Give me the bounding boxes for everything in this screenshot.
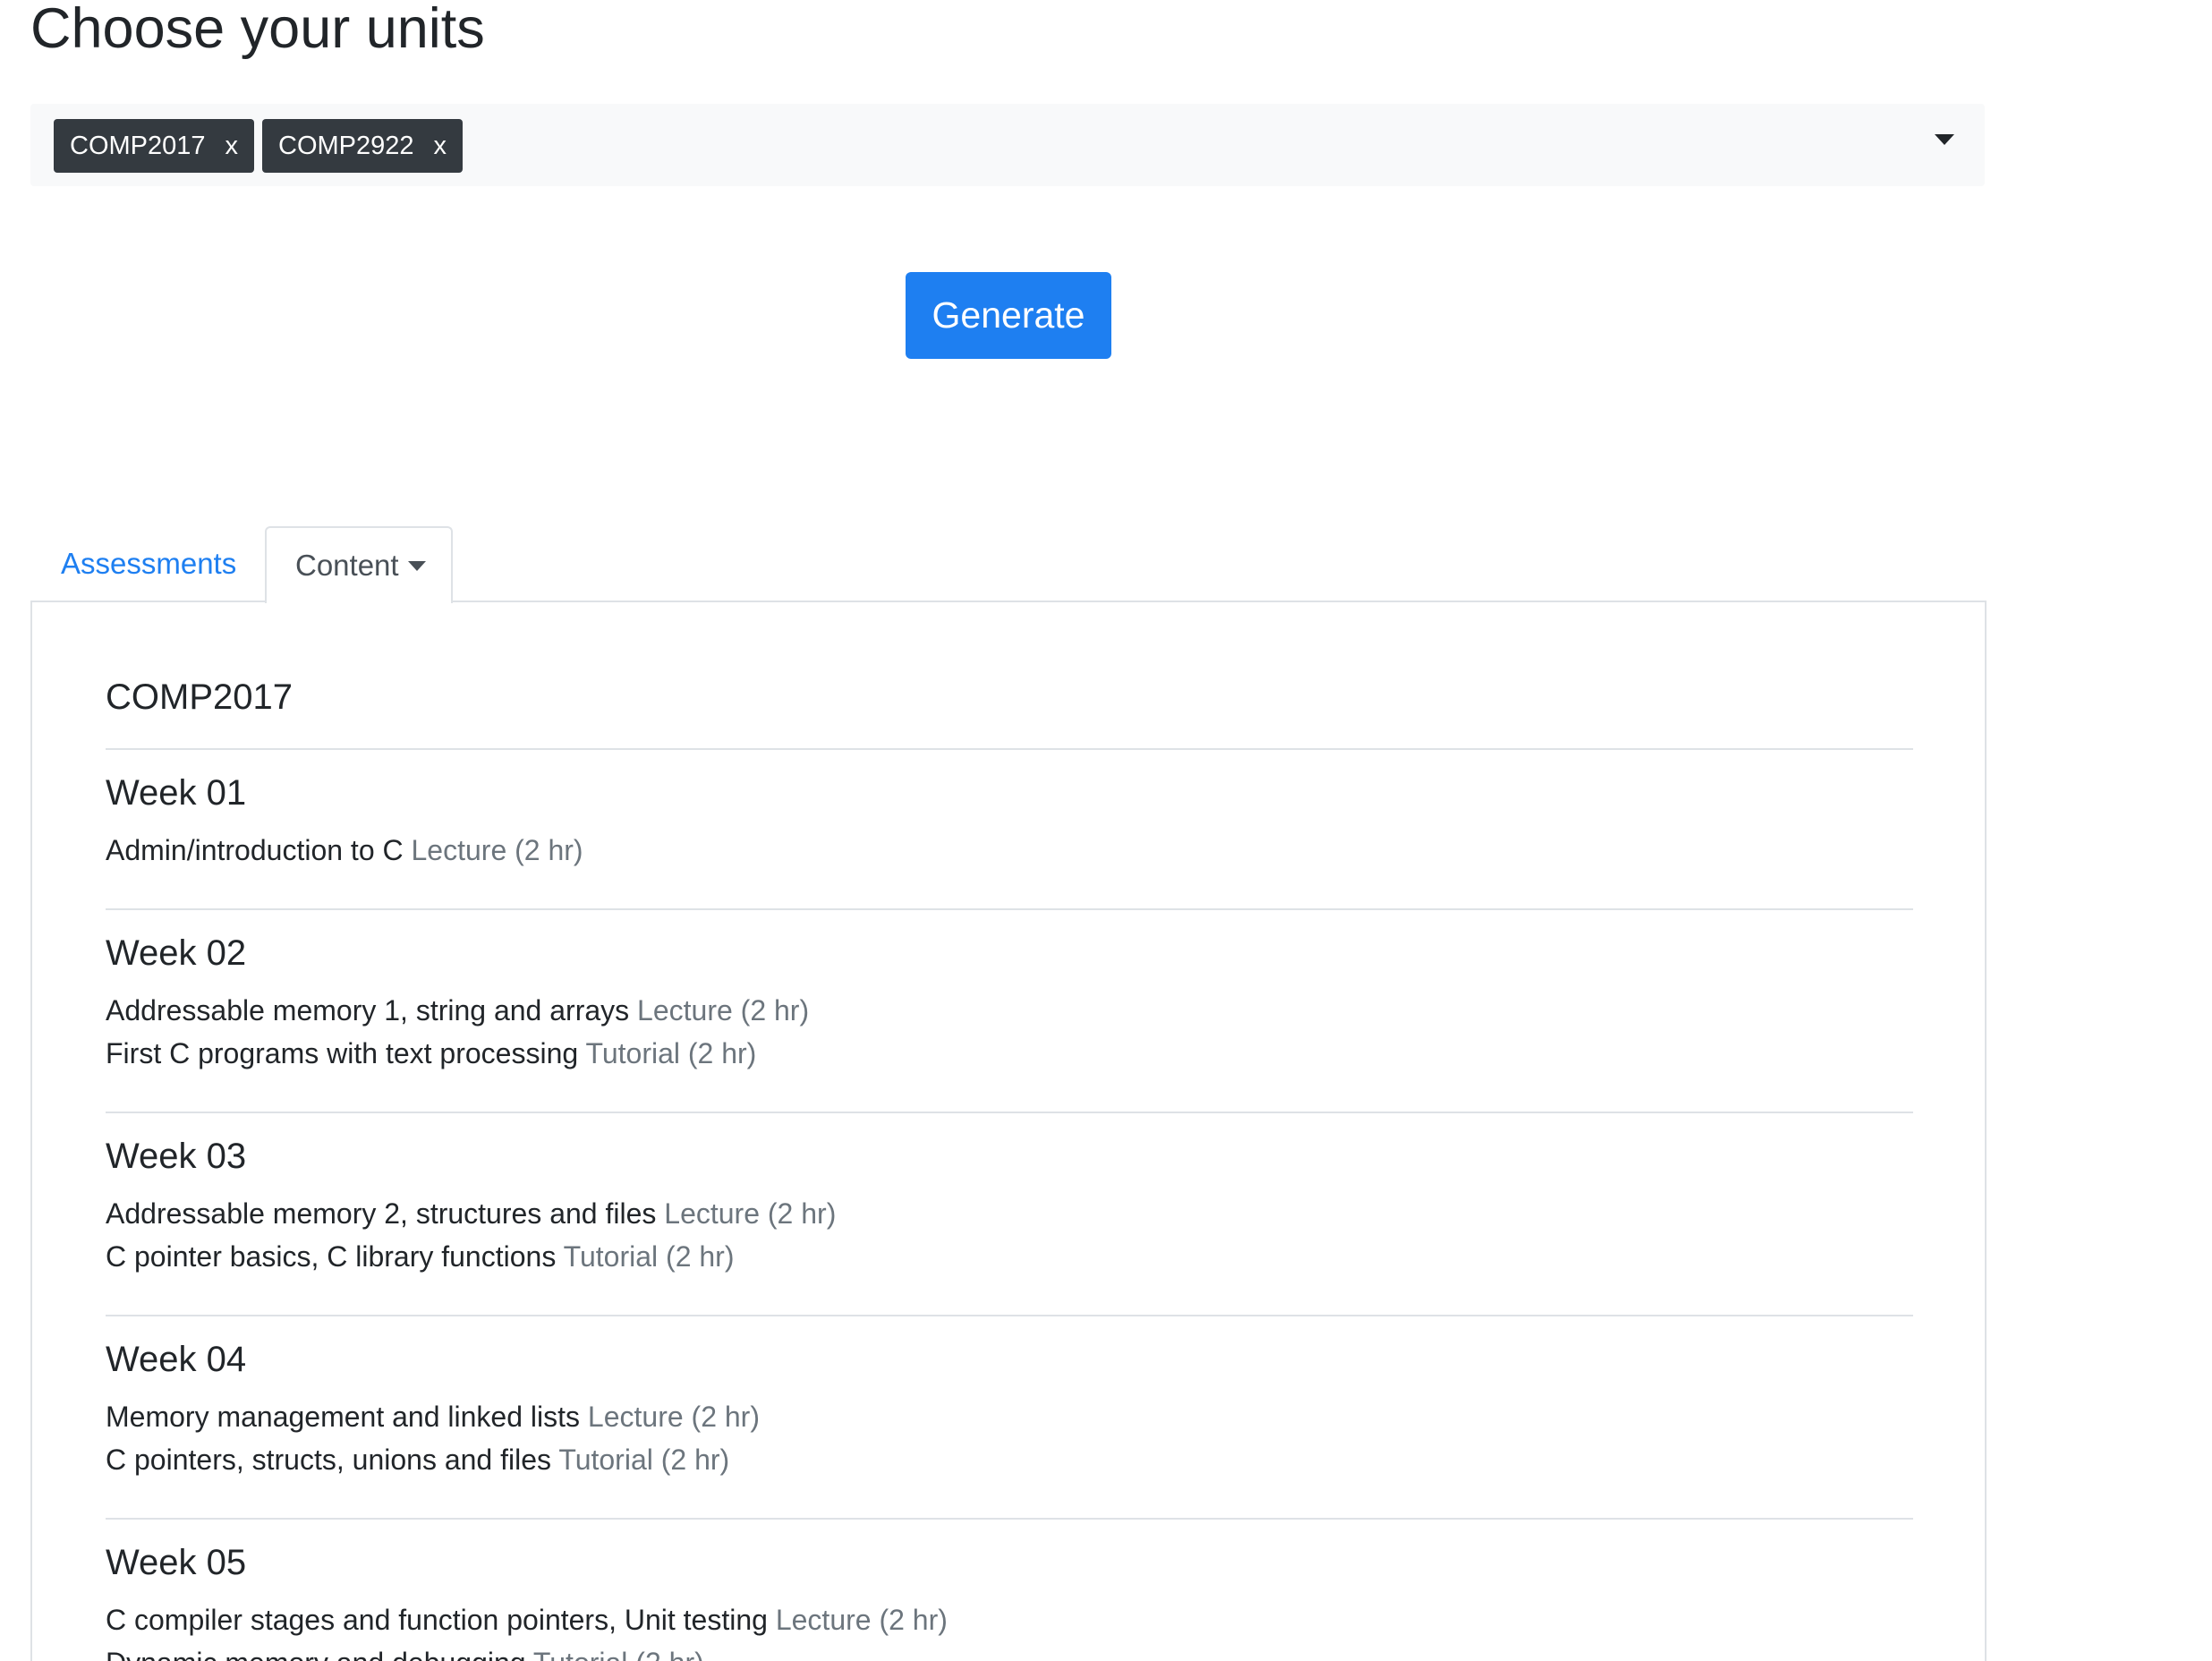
session-item: Dynamic memory and debugging Tutorial (2…	[106, 1641, 1913, 1661]
session-item: Memory management and linked lists Lectu…	[106, 1395, 1913, 1438]
week-title: Week 01	[106, 773, 247, 813]
session-type: Lecture	[411, 834, 507, 866]
session-type: Lecture	[637, 994, 733, 1026]
week-title: Week 02	[106, 933, 247, 973]
divider	[106, 1112, 1913, 1113]
session-type: Lecture	[587, 1401, 684, 1433]
session-item: Admin/introduction to C Lecture (2 hr)	[106, 829, 1913, 872]
session-item: Addressable memory 2, structures and fil…	[106, 1192, 1913, 1235]
session-type: Tutorial	[563, 1240, 659, 1273]
generate-button[interactable]: Generate	[906, 272, 1111, 359]
session-item: C pointers, structs, unions and files Tu…	[106, 1438, 1913, 1481]
week-section: Week 05 C compiler stages and function p…	[106, 1541, 1913, 1661]
session-type: Tutorial	[533, 1647, 628, 1661]
week-title: Week 03	[106, 1137, 247, 1176]
unit-chip-label: COMP2017	[70, 131, 206, 160]
session-type: Lecture	[664, 1197, 760, 1230]
tab-assessments[interactable]: Assessments	[30, 526, 265, 601]
session-name: C compiler stages and function pointers,…	[106, 1604, 768, 1636]
session-type: Tutorial	[585, 1037, 680, 1069]
tab-bar: Assessments Content	[30, 526, 1987, 603]
session-duration: (2 hr)	[879, 1604, 948, 1636]
session-duration: (2 hr)	[515, 834, 583, 866]
divider	[106, 908, 1913, 910]
session-item: C compiler stages and function pointers,…	[106, 1598, 1913, 1641]
session-type: Tutorial	[558, 1444, 653, 1476]
session-name: C pointers, structs, unions and files	[106, 1444, 552, 1476]
session-name: Addressable memory 1, string and arrays	[106, 994, 630, 1026]
week-section: Week 02 Addressable memory 1, string and…	[106, 932, 1913, 1075]
session-item: C pointer basics, C library functions Tu…	[106, 1235, 1913, 1278]
session-name: C pointer basics, C library functions	[106, 1240, 557, 1273]
session-duration: (2 hr)	[635, 1647, 703, 1661]
session-name: Admin/introduction to C	[106, 834, 404, 866]
week-section: Week 03 Addressable memory 2, structures…	[106, 1135, 1913, 1278]
divider	[106, 748, 1913, 750]
divider	[106, 1518, 1913, 1520]
unit-chip-label: COMP2922	[278, 131, 414, 160]
session-name: Memory management and linked lists	[106, 1401, 581, 1433]
tab-label: Content	[295, 549, 399, 582]
content-panel: COMP2017 Week 01 Admin/introduction to C…	[30, 601, 1987, 1661]
session-name: Dynamic memory and debugging	[106, 1647, 526, 1661]
session-duration: (2 hr)	[687, 1037, 757, 1069]
session-type: Lecture	[775, 1604, 872, 1636]
divider	[106, 1315, 1913, 1316]
unit-multiselect[interactable]: COMP2017 x COMP2922 x	[30, 104, 1985, 186]
session-duration: (2 hr)	[691, 1401, 760, 1433]
session-duration: (2 hr)	[740, 994, 810, 1026]
caret-down-icon	[407, 560, 426, 571]
tab-content[interactable]: Content	[265, 526, 453, 603]
page-title: Choose your units	[30, 0, 485, 60]
remove-chip-icon[interactable]: x	[225, 132, 239, 159]
caret-down-icon[interactable]	[1935, 134, 1954, 145]
session-item: First C programs with text processing Tu…	[106, 1032, 1913, 1075]
unit-heading: COMP2017	[106, 677, 293, 717]
week-section: Week 04 Memory management and linked lis…	[106, 1338, 1913, 1481]
session-name: Addressable memory 2, structures and fil…	[106, 1197, 657, 1230]
week-title: Week 04	[106, 1340, 247, 1379]
unit-chip[interactable]: COMP2017 x	[54, 119, 255, 173]
session-duration: (2 hr)	[660, 1444, 730, 1476]
page: Choose your units COMP2017 x COMP2922 x …	[0, 0, 2212, 1661]
week-title: Week 05	[106, 1543, 247, 1582]
unit-chip[interactable]: COMP2922 x	[262, 119, 464, 173]
session-item: Addressable memory 1, string and arrays …	[106, 989, 1913, 1032]
remove-chip-icon[interactable]: x	[434, 132, 447, 159]
session-duration: (2 hr)	[767, 1197, 837, 1230]
week-section: Week 01 Admin/introduction to C Lecture …	[106, 771, 1913, 872]
tab-label: Assessments	[61, 547, 237, 580]
session-name: First C programs with text processing	[106, 1037, 579, 1069]
session-duration: (2 hr)	[666, 1240, 735, 1273]
